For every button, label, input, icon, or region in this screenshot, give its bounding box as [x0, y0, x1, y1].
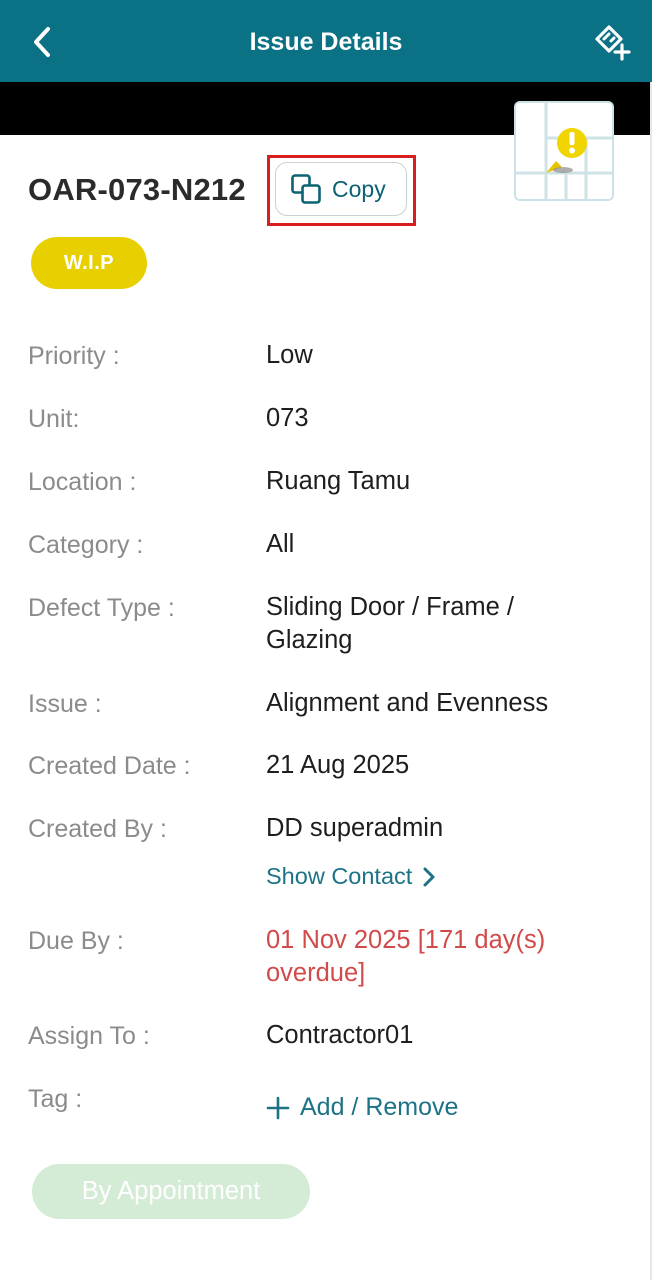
priority-value: Low — [266, 341, 313, 369]
floor-plan-thumbnail[interactable] — [514, 101, 614, 201]
chevron-right-icon — [422, 866, 436, 888]
unit-label: Unit: — [28, 405, 80, 433]
assign-to-label: Assign To : — [28, 1022, 150, 1050]
assign-to-value: Contractor01 — [266, 1021, 414, 1049]
status-badge: W.I.P — [31, 237, 147, 289]
due-by-value: 01 Nov 2025 [171 day(s) overdue] — [266, 926, 546, 987]
issue-label: Issue : — [28, 690, 102, 718]
defect-type-value: Sliding Door / Frame / Glazing — [266, 593, 515, 654]
defect-type-label: Defect Type : — [28, 594, 175, 622]
show-contact-label: Show Contact — [266, 863, 413, 889]
location-label: Location : — [28, 468, 137, 496]
diamond-add-icon — [595, 25, 631, 61]
created-by-label: Created By : — [28, 815, 167, 843]
unit-value: 073 — [266, 404, 309, 432]
add-remove-label: Add / Remove — [300, 1093, 459, 1121]
chevron-left-icon — [34, 27, 50, 57]
plus-icon — [266, 1096, 290, 1120]
category-value: All — [266, 530, 295, 558]
issue-value: Alignment and Evenness — [266, 689, 549, 717]
issue-id: OAR-073-N212 — [28, 172, 246, 207]
created-by-value: DD superadmin — [266, 814, 444, 842]
copy-icon — [290, 173, 322, 205]
app-header: Issue Details — [0, 0, 652, 82]
tag-add-remove-button[interactable]: Add / Remove — [266, 1093, 458, 1122]
category-label: Category : — [28, 531, 144, 559]
show-contact-link[interactable]: Show Contact — [266, 863, 436, 890]
copy-button[interactable]: Copy — [275, 162, 407, 216]
created-date-label: Created Date : — [28, 752, 191, 780]
page-title: Issue Details — [249, 28, 403, 56]
floor-plan-pin-icon — [516, 103, 612, 199]
due-by-label: Due By : — [28, 927, 124, 955]
priority-label: Priority : — [28, 342, 120, 370]
back-button[interactable] — [22, 20, 62, 64]
header-action-button[interactable] — [590, 20, 632, 62]
copy-button-label: Copy — [332, 175, 386, 202]
created-date-value: 21 Aug 2025 — [266, 751, 410, 779]
tag-label: Tag : — [28, 1085, 83, 1113]
by-appointment-button[interactable]: By Appointment — [32, 1164, 310, 1219]
location-value: Ruang Tamu — [266, 467, 411, 495]
